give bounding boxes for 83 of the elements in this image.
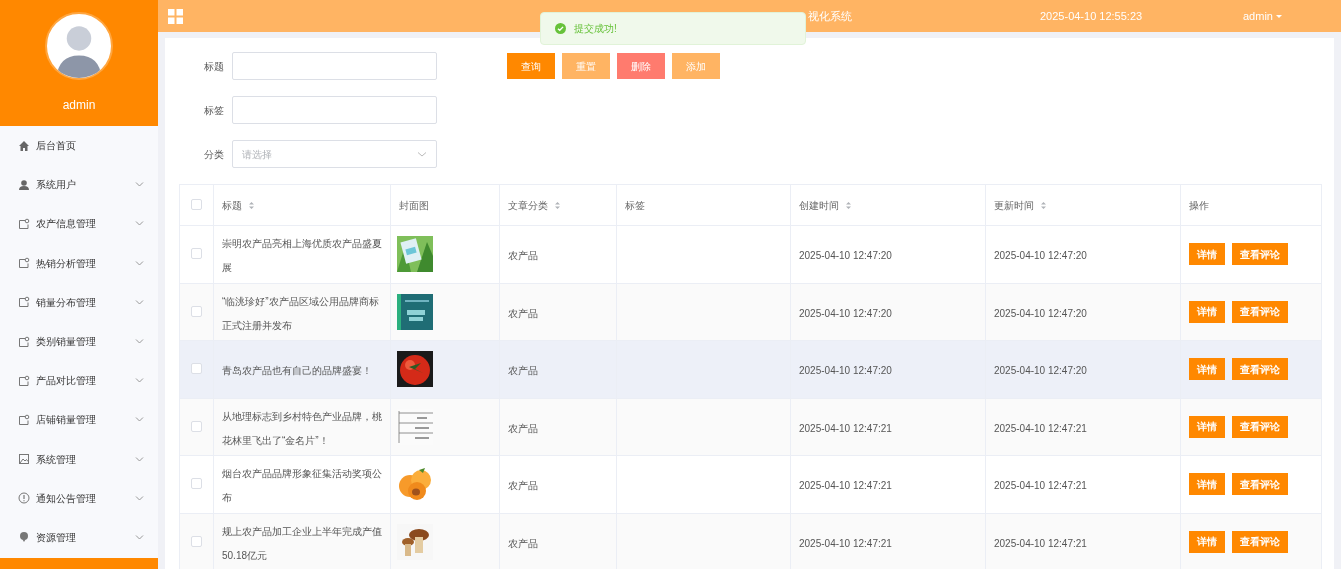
timestamp: 2025-04-10 12:47:21: [994, 480, 1087, 492]
table-row[interactable]: 规上农产品加工企业上半年完成产值50.18亿元 农产品 2025-04-10 12:47:21 2025-04-10 12:47:21 详情 查看评论: [179, 513, 1322, 569]
timestamp: 2025-04-10 12:47:20: [799, 365, 892, 377]
user-name: admin: [62, 97, 96, 114]
column-header[interactable]: 操作: [1180, 184, 1322, 226]
category-text: 农产品: [508, 537, 538, 549]
checkbox[interactable]: [191, 478, 202, 490]
menu-item[interactable]: 店铺销量管理: [0, 400, 158, 440]
sort-icon: [845, 200, 852, 210]
timestamp: 2025-04-10 12:47:20: [994, 307, 1087, 319]
document-icon: [18, 374, 30, 387]
menu-item[interactable]: 系统用户: [0, 165, 158, 205]
document-icon: [18, 413, 30, 426]
column-header[interactable]: 创建时间: [790, 184, 986, 226]
timestamp: 2025-04-10 12:47:21: [799, 480, 892, 492]
column-header[interactable]: 文章分类: [499, 184, 617, 226]
timestamp: 2025-04-10 12:47:21: [799, 537, 892, 549]
menu-item[interactable]: 农产信息管理: [0, 204, 158, 244]
category-text: 农产品: [508, 480, 538, 492]
sort-icon: [554, 200, 561, 210]
sort-icon: [1040, 200, 1047, 210]
checkbox[interactable]: [191, 363, 202, 375]
menu-item[interactable]: 系统管理: [0, 439, 158, 479]
datetime: 2025-04-10 12:55:23: [1040, 9, 1143, 24]
column-header[interactable]: 封面图: [390, 184, 500, 226]
document-icon: [18, 217, 30, 230]
home-icon: [18, 139, 30, 152]
article-title: “临洮珍好”农产品区域公用品牌商标正式注册并发布: [222, 295, 379, 331]
category-text: 农产品: [508, 422, 538, 434]
field-label: 标题: [203, 59, 225, 74]
category-text: 农产品: [508, 307, 538, 319]
menu-item[interactable]: 后台首页: [0, 126, 158, 166]
timestamp: 2025-04-10 12:47:21: [994, 537, 1087, 549]
category-text: 农产品: [508, 365, 538, 377]
document-icon: [18, 257, 30, 270]
table-row[interactable]: 烟台农产品品牌形象征集活动奖项公布 农产品 2025-04-10 12:47:21 2025-04-10 12:47:21 详情 查看评论: [179, 455, 1322, 513]
image-icon: [18, 453, 30, 466]
user-icon: [18, 178, 30, 191]
table-row[interactable]: 青岛农产品也有自己的品牌盛宴！ 农产品 2025-04-10 12:47:20 2025-04-10 12:47:20 详情 查看评论: [179, 340, 1322, 398]
table-row[interactable]: 崇明农产品亮相上海优质农产品盛夏展 农产品 2025-04-10 12:47:20 2025-04-10 12:47:20 详情 查看评论: [179, 225, 1322, 283]
checkbox[interactable]: [191, 535, 202, 547]
document-icon: [18, 296, 30, 309]
menu-item[interactable]: 产品对比管理: [0, 361, 158, 401]
checkbox[interactable]: [191, 305, 202, 317]
timestamp: 2025-04-10 12:47:21: [994, 422, 1087, 434]
caret-icon: [1274, 13, 1283, 20]
checkbox[interactable]: [191, 420, 202, 432]
article-title: 青岛农产品也有自己的品牌盛宴！: [222, 365, 372, 377]
field-label: 标签: [203, 103, 225, 118]
document-icon: [18, 335, 30, 348]
sort-icon: [248, 200, 255, 210]
article-title: 烟台农产品品牌形象征集活动奖项公布: [222, 468, 382, 504]
checkbox[interactable]: [191, 248, 202, 260]
article-title: 规上农产品加工企业上半年完成产值50.18亿元: [222, 525, 382, 561]
timestamp: 2025-04-10 12:47:21: [799, 422, 892, 434]
timestamp: 2025-04-10 12:47:20: [799, 250, 892, 262]
column-header[interactable]: 更新时间: [985, 184, 1181, 226]
timestamp: 2025-04-10 12:47:20: [799, 307, 892, 319]
chevron-icon: [417, 150, 427, 158]
field-label: 分类: [203, 147, 225, 162]
article-title: 从地理标志到乡村特色产业品牌，桃花林里飞出了“金名片”！: [222, 410, 382, 446]
input-field[interactable]: [232, 52, 437, 80]
category-text: 农产品: [508, 250, 538, 262]
menu-item[interactable]: 销量分布管理: [0, 282, 158, 322]
column-header[interactable]: 标题: [213, 184, 391, 226]
check-icon: [555, 23, 566, 34]
timestamp: 2025-04-10 12:47:20: [994, 250, 1087, 262]
pin-icon: [18, 531, 30, 544]
system-title: 视化系统: [808, 9, 852, 24]
input-field[interactable]: [232, 96, 437, 124]
menu-item[interactable]: 类别销量管理: [0, 321, 158, 362]
article-title: 崇明农产品亮相上海优质农产品盛夏展: [222, 238, 382, 274]
grid-icon[interactable]: [168, 8, 183, 24]
table-row[interactable]: 从地理标志到乡村特色产业品牌，桃花林里飞出了“金名片”！ 农产品 2025-04-10 12:47:21 2025-04-10 12:47:21 详情 查看评论: [179, 398, 1322, 456]
menu-item[interactable]: 资源管理: [0, 517, 158, 558]
menu-item[interactable]: 热销分析管理: [0, 243, 158, 283]
checkbox[interactable]: [191, 199, 202, 210]
column-header[interactable]: 标签: [616, 184, 791, 226]
table-row[interactable]: “临洮珍好”农产品区域公用品牌商标正式注册并发布 农产品 2025-04-10 12:47:20 2025-04-10 12:47:20 详情 查看评论: [179, 283, 1322, 341]
info-icon: [18, 492, 30, 505]
toast-message: 提交成功!: [574, 22, 617, 36]
menu-item[interactable]: 通知公告管理: [0, 478, 158, 518]
timestamp: 2025-04-10 12:47:20: [994, 365, 1087, 377]
